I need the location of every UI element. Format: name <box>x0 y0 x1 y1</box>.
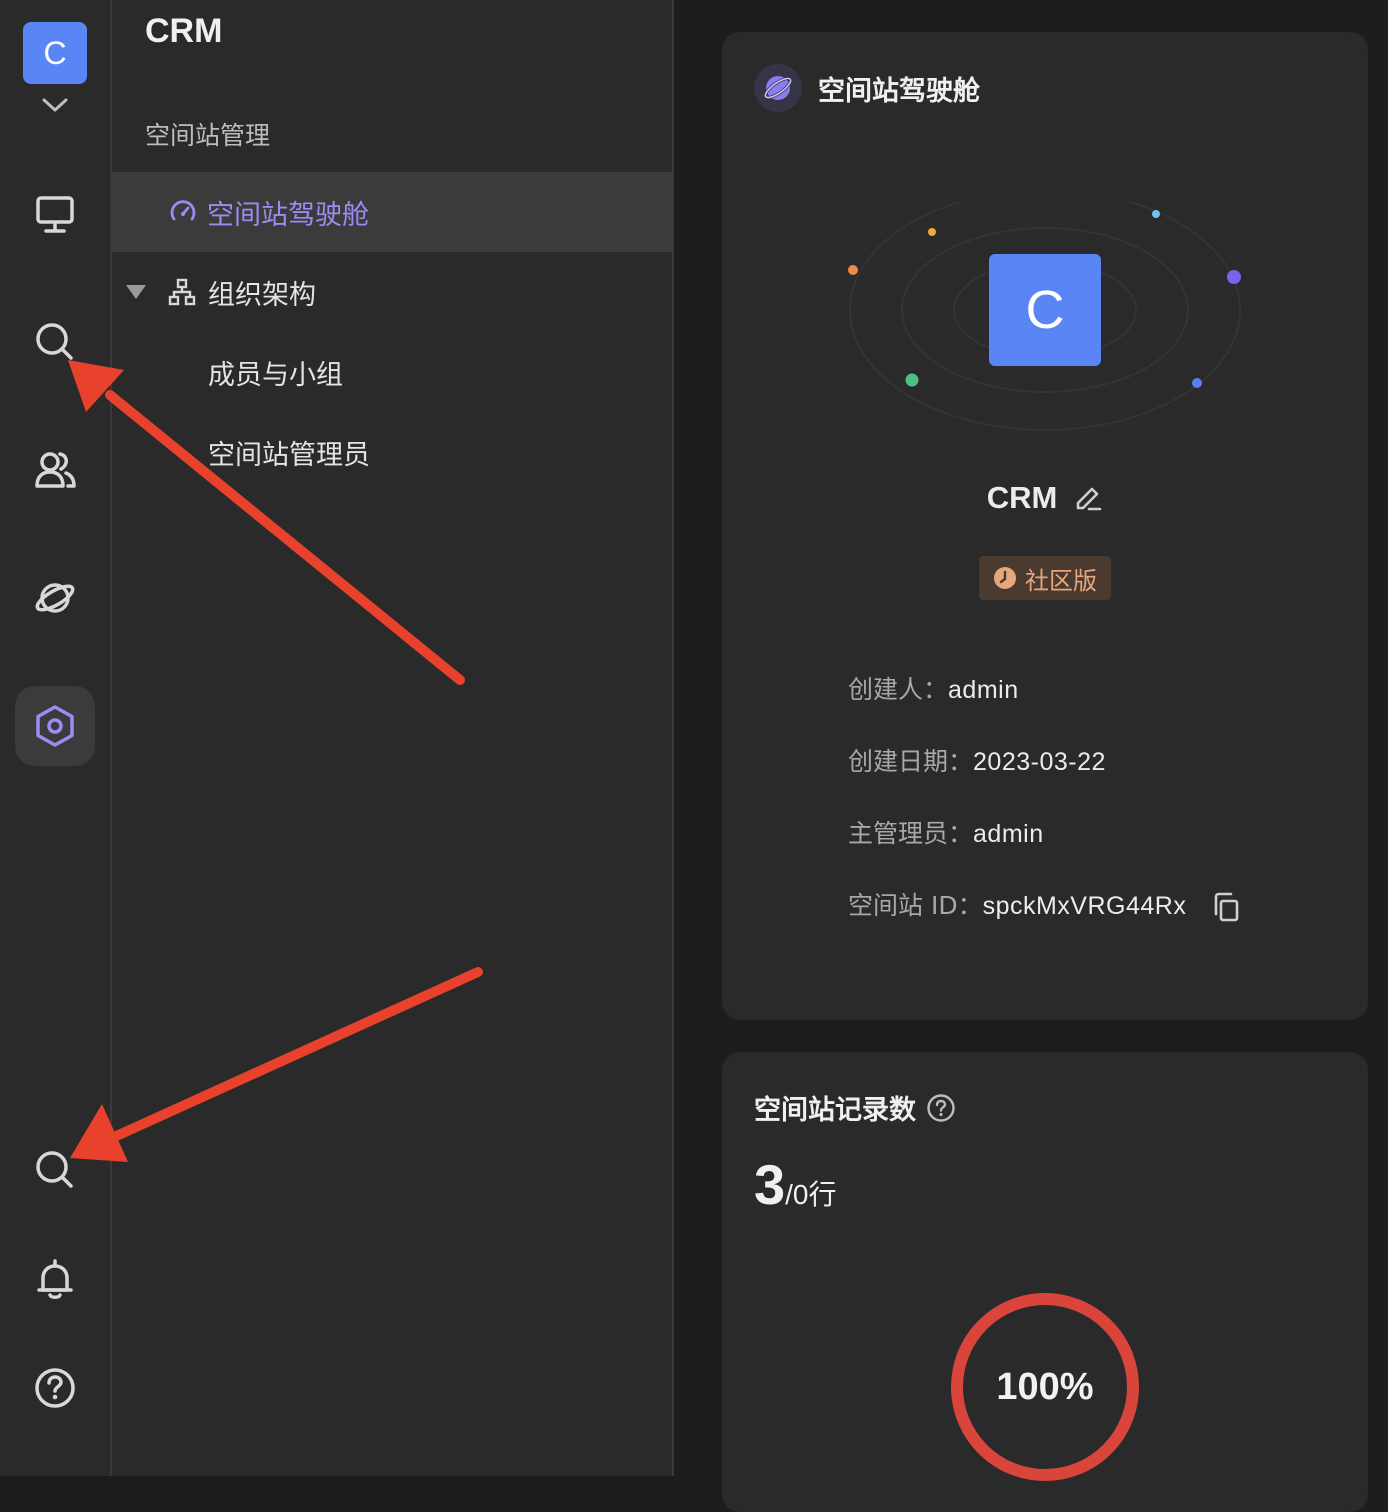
workbench-button[interactable] <box>15 174 95 254</box>
search-icon <box>36 1151 73 1188</box>
created-date-label: 创建日期： <box>848 747 974 776</box>
record-count-value: 3 <box>754 1153 786 1216</box>
edition-clock-icon <box>994 567 1016 589</box>
nav-item-members-groups[interactable]: 成员与小组 <box>112 332 672 412</box>
created-date-row: 创建日期：2023-03-22 <box>848 742 1106 778</box>
help-button[interactable] <box>15 1348 95 1428</box>
monitor-icon <box>36 196 74 233</box>
edit-pencil-icon[interactable] <box>1073 483 1103 513</box>
space-id-row: 空间站 ID：spckMxVRG44Rx <box>848 886 1240 922</box>
edition-label: 社区版 <box>1025 566 1097 595</box>
org-tree-icon <box>168 278 196 306</box>
nav-title: CRM <box>145 12 223 50</box>
nav-item-space-admins[interactable]: 空间站管理员 <box>112 412 672 492</box>
space-management-nav: CRM 空间站管理 空间站驾驶舱 组织架构 成员与小组 空间站管理员 <box>112 0 674 1476</box>
explore-button[interactable] <box>15 558 95 638</box>
space-settings-button[interactable] <box>15 686 95 766</box>
contacts-button[interactable] <box>15 430 95 510</box>
bell-icon <box>37 1259 73 1299</box>
card-header: 空间站记录数 <box>754 1088 956 1127</box>
space-logo: C <box>989 254 1101 366</box>
main-admin-value: admin <box>973 820 1044 848</box>
space-records-card: 空间站记录数 3/0行 100% <box>722 1052 1368 1512</box>
space-avatar[interactable]: C <box>23 22 87 84</box>
nav-section-title: 空间站管理 <box>145 121 271 150</box>
space-name-row: CRM <box>722 480 1368 516</box>
nav-item-label: 空间站驾驶舱 <box>207 199 369 231</box>
space-name: CRM <box>986 480 1058 515</box>
main-admin-row: 主管理员：admin <box>848 814 1044 850</box>
planet-icon <box>35 583 75 613</box>
users-icon <box>35 452 76 488</box>
space-id-label: 空间站 ID： <box>848 891 983 920</box>
hexagon-settings-icon <box>36 705 74 747</box>
notifications-button[interactable] <box>15 1240 95 1320</box>
card-title: 空间站记录数 <box>754 1095 916 1126</box>
caret-down-icon[interactable] <box>124 280 148 304</box>
record-count: 3/0行 <box>754 1152 837 1217</box>
main-admin-label: 主管理员： <box>848 819 974 848</box>
creator-row: 创建人：admin <box>848 670 1019 706</box>
chevron-down-icon[interactable] <box>40 94 70 116</box>
space-id-value: spckMxVRG44Rx <box>982 892 1187 920</box>
nav-item-label: 成员与小组 <box>208 359 343 391</box>
global-search-button[interactable] <box>15 1130 95 1210</box>
nav-item-label: 空间站管理员 <box>208 439 370 471</box>
nav-item-cockpit[interactable]: 空间站驾驶舱 <box>112 172 672 252</box>
card-title: 空间站驾驶舱 <box>818 75 980 107</box>
creator-label: 创建人： <box>848 675 949 704</box>
search-button[interactable] <box>15 302 95 382</box>
creator-value: admin <box>948 676 1019 704</box>
help-icon <box>35 1368 75 1408</box>
dashboard-gauge-icon <box>170 200 196 221</box>
created-date-value: 2023-03-22 <box>973 748 1106 776</box>
copy-icon[interactable] <box>1212 892 1240 922</box>
record-count-total: /0行 <box>785 1179 837 1210</box>
nav-item-org-structure[interactable]: 组织架构 <box>112 252 672 332</box>
search-icon <box>36 323 73 360</box>
help-icon[interactable] <box>926 1093 956 1123</box>
cockpit-planet-icon <box>754 64 802 112</box>
usage-percent: 100% <box>996 1365 1094 1408</box>
space-cockpit-card: 空间站驾驶舱 C CRM 社区版 创建人：admin 创建日期：2023-03-… <box>722 32 1368 1020</box>
edition-badge: 社区版 <box>979 556 1111 600</box>
nav-item-label: 组织架构 <box>208 279 316 311</box>
card-header: 空间站驾驶舱 <box>754 64 980 112</box>
icon-rail: C <box>0 0 112 1476</box>
